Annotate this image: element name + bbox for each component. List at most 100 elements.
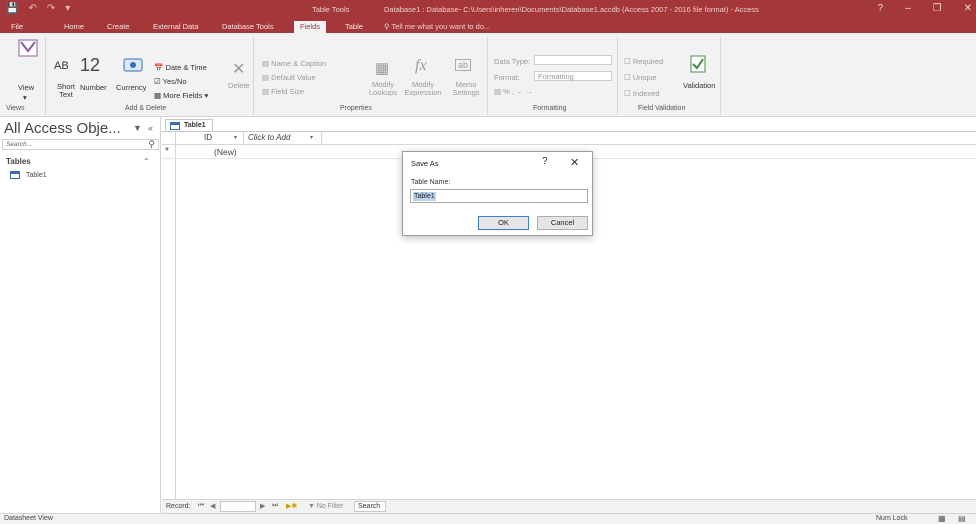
currency-icon[interactable]: [123, 58, 143, 72]
default-value-button[interactable]: ▤ Default Value: [262, 73, 316, 82]
name-caption-button[interactable]: ▤ Name & Caption: [262, 59, 326, 68]
required-checkbox[interactable]: ☐ Required: [624, 57, 663, 66]
nav-collapse-icon[interactable]: «: [148, 123, 153, 133]
column-header-id-label: ID: [204, 133, 212, 142]
validation-icon[interactable]: [690, 55, 706, 73]
column-dropdown-icon[interactable]: ▾: [234, 134, 237, 141]
number-format-icons[interactable]: ▤ % , ← →: [494, 87, 533, 96]
next-record-icon[interactable]: ▶: [260, 502, 265, 510]
group-collapse-icon[interactable]: ⌃: [143, 157, 150, 166]
document-tab-table1[interactable]: Table1: [165, 119, 213, 131]
ribbon-separator: [253, 37, 254, 115]
tab-create[interactable]: Create: [107, 22, 130, 31]
nav-search-box[interactable]: Search... ⚲: [2, 139, 159, 150]
new-record-marker: *: [165, 146, 169, 157]
save-icon[interactable]: 💾: [6, 3, 18, 14]
memo-settings-icon: ab: [455, 59, 472, 71]
format-label: Format:: [494, 73, 520, 82]
search-icon[interactable]: ⚲: [148, 139, 155, 150]
checkbox-icon: ☑: [154, 77, 163, 86]
nav-item-label: Table1: [26, 171, 47, 179]
tab-database-tools[interactable]: Database Tools: [222, 22, 274, 31]
nav-search-placeholder: Search...: [6, 141, 33, 148]
view-dropdown-icon[interactable]: ▾: [23, 93, 27, 102]
first-record-icon[interactable]: ⏮: [198, 502, 204, 510]
tab-fields[interactable]: Fields: [294, 21, 327, 33]
context-tab-label: Table Tools: [312, 5, 350, 14]
calendar-icon: 📅: [154, 63, 166, 72]
ok-button[interactable]: OK: [478, 216, 529, 230]
short-text-icon[interactable]: AB: [54, 60, 69, 72]
customize-qat-icon[interactable]: ▾: [65, 3, 70, 14]
table-icon: [10, 171, 20, 179]
delete-button[interactable]: Delete: [228, 81, 250, 90]
ribbon-tab-bar: File Home Create External Data Database …: [0, 20, 976, 33]
tell-me-search[interactable]: ⚲ Tell me what you want to do...: [384, 22, 490, 31]
help-button[interactable]: ?: [878, 3, 884, 14]
datasheet-view-icon[interactable]: ▦: [938, 514, 946, 523]
new-record-value[interactable]: (New): [214, 147, 237, 157]
tab-table[interactable]: Table: [345, 22, 363, 31]
number-button[interactable]: Number: [80, 83, 107, 92]
validation-button[interactable]: Validation: [683, 81, 715, 90]
data-type-label: Data Type:: [494, 57, 531, 66]
datasheet-header-row: ID ▾ Click to Add ▾: [162, 132, 976, 145]
undo-icon[interactable]: ↶: [28, 3, 36, 14]
column-header-click-to-add-label: Click to Add: [248, 133, 291, 142]
close-icon[interactable]: ✕: [964, 3, 972, 14]
indexed-checkbox[interactable]: ☐ Indexed: [624, 89, 660, 98]
format-select[interactable]: Formatting: [534, 71, 612, 81]
view-button[interactable]: View: [18, 83, 34, 92]
table-name-input[interactable]: Table1: [410, 189, 588, 203]
view-icon[interactable]: [18, 39, 38, 57]
cancel-button[interactable]: Cancel: [537, 216, 588, 230]
unique-checkbox[interactable]: ☐ Unique: [624, 73, 657, 82]
table-name-value: Table1: [413, 192, 436, 201]
record-search-input[interactable]: Search: [354, 501, 386, 512]
column-header-id[interactable]: ID ▾: [176, 132, 244, 145]
views-group-label: Views: [6, 105, 25, 112]
short-text-button[interactable]: Short Text: [53, 83, 79, 99]
add-delete-group-label: Add & Delete: [125, 105, 167, 112]
ribbon: View ▾ Views AB Short Text 12 Number Cur…: [0, 33, 976, 117]
modify-expression-button[interactable]: Modify Expression: [403, 81, 443, 97]
nav-group-tables[interactable]: Tables: [6, 157, 31, 166]
previous-record-icon[interactable]: ◀: [210, 502, 215, 510]
tab-home[interactable]: Home: [64, 22, 84, 31]
no-filter-button[interactable]: ▼ No Filter: [308, 503, 343, 510]
nav-menu-chevron-icon[interactable]: ▼: [133, 123, 142, 133]
dialog-close-icon[interactable]: ✕: [570, 156, 579, 169]
more-fields-button[interactable]: ▦ More Fields ▾: [154, 91, 208, 100]
data-type-select[interactable]: [534, 55, 612, 65]
indexed-box-icon: ☐: [624, 89, 633, 98]
redo-icon[interactable]: ↷: [47, 3, 55, 14]
modify-lookups-button[interactable]: Modify Lookups: [367, 81, 399, 97]
record-number-input[interactable]: [220, 501, 256, 512]
window-controls: ? – ❐ ✕: [878, 3, 972, 14]
new-record-icon[interactable]: ▶✱: [286, 502, 297, 510]
tab-external-data[interactable]: External Data: [153, 22, 198, 31]
dialog-help-icon[interactable]: ?: [542, 156, 548, 167]
navigation-pane: All Access Obje... ▼ « Search... ⚲ Table…: [0, 117, 161, 513]
last-record-icon[interactable]: ⏭: [272, 502, 278, 510]
minimize-icon[interactable]: –: [905, 3, 911, 14]
tab-file[interactable]: File: [11, 22, 23, 31]
window-title: Database1 : Database- C:\Users\inheren\D…: [384, 5, 759, 14]
date-time-button[interactable]: 📅 Date & Time: [154, 63, 207, 72]
status-view-name: Datasheet View: [4, 515, 53, 522]
nav-item-table1[interactable]: Table1: [10, 169, 140, 181]
quick-access-toolbar: 💾 ↶ ↷ ▾: [6, 3, 70, 14]
yes-no-button[interactable]: ☑ Yes/No: [154, 77, 187, 86]
currency-button[interactable]: Currency: [116, 83, 146, 92]
name-caption-icon: ▤: [262, 59, 272, 68]
restore-icon[interactable]: ❐: [933, 3, 942, 14]
field-size-button[interactable]: ▤ Field Size: [262, 87, 304, 96]
column-dropdown-icon[interactable]: ▾: [310, 134, 313, 141]
number-icon[interactable]: 12: [80, 55, 100, 76]
nav-pane-title[interactable]: All Access Obje...: [4, 120, 121, 137]
memo-settings-button[interactable]: Memo Settings: [446, 81, 486, 97]
field-size-icon: ▤: [262, 87, 272, 96]
column-header-click-to-add[interactable]: Click to Add ▾: [244, 132, 322, 145]
row-selector-column[interactable]: [162, 132, 176, 500]
design-view-icon[interactable]: ▤: [958, 514, 966, 523]
